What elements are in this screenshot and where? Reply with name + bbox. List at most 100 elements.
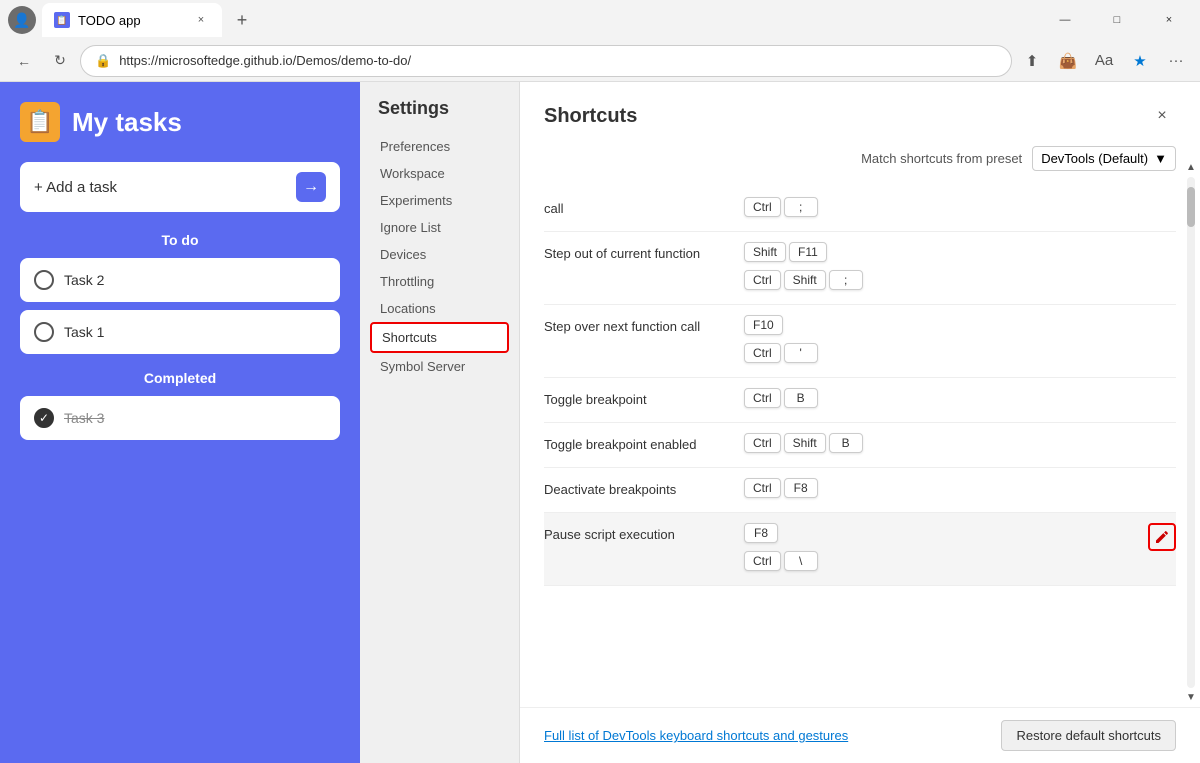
- task-checkbox-task3[interactable]: ✓: [34, 408, 54, 428]
- shortcut-name-step-over: Step over next function call: [544, 315, 744, 337]
- address-bar[interactable]: 🔒 https://microsoftedge.github.io/Demos/…: [80, 45, 1012, 77]
- key-shift: Shift: [784, 433, 826, 453]
- back-button[interactable]: ←: [8, 45, 40, 77]
- shortcut-key-group: F10: [744, 315, 1176, 335]
- read-aloud-button[interactable]: Aa: [1088, 45, 1120, 77]
- task-label-task3: Task 3: [64, 410, 104, 426]
- profile-icon[interactable]: 👤: [8, 6, 36, 34]
- shortcut-keys-toggle-bp-enabled: Ctrl Shift B: [744, 433, 1176, 457]
- shortcut-key-group: Ctrl B: [744, 388, 1176, 408]
- settings-menu-item-workspace[interactable]: Workspace: [370, 160, 509, 187]
- shortcut-name-pause-script: Pause script execution: [544, 523, 744, 545]
- shortcut-row-step-over: Step over next function call F10 Ctrl ': [544, 305, 1176, 378]
- key-ctrl: Ctrl: [744, 197, 781, 217]
- todo-title: My tasks: [72, 107, 182, 138]
- full-list-link[interactable]: Full list of DevTools keyboard shortcuts…: [544, 728, 848, 743]
- shortcut-key-group: Ctrl Shift ;: [744, 270, 1176, 290]
- edit-shortcut-button[interactable]: [1148, 523, 1176, 551]
- settings-panel: Settings Preferences Workspace Experimen…: [360, 82, 520, 763]
- settings-menu-item-preferences[interactable]: Preferences: [370, 133, 509, 160]
- window-controls: — □ ×: [1042, 4, 1192, 36]
- shortcut-key-group: F8: [744, 523, 1148, 543]
- shortcut-row-toggle-bp-enabled: Toggle breakpoint enabled Ctrl Shift B: [544, 423, 1176, 468]
- key-ctrl: Ctrl: [744, 270, 781, 290]
- settings-menu-item-experiments[interactable]: Experiments: [370, 187, 509, 214]
- add-task-text: + Add a task: [34, 179, 286, 196]
- pencil-icon: [1155, 530, 1169, 544]
- key-f8: F8: [744, 523, 778, 543]
- todo-header: 📋 My tasks: [20, 102, 340, 142]
- shortcuts-list: call Ctrl ; Step out of current function…: [544, 187, 1176, 708]
- shortcut-keys-step-out: Shift F11 Ctrl Shift ;: [744, 242, 1176, 294]
- task-item: Task 1: [20, 310, 340, 354]
- key-semicolon: ;: [784, 197, 818, 217]
- shortcut-keys-deactivate-bp: Ctrl F8: [744, 478, 1176, 502]
- shortcuts-footer: Full list of DevTools keyboard shortcuts…: [520, 707, 1200, 763]
- shortcuts-header: Shortcuts ×: [544, 102, 1176, 130]
- shortcut-keys-step-over: F10 Ctrl ': [744, 315, 1176, 367]
- preset-select[interactable]: DevTools (Default) ▼: [1032, 146, 1176, 171]
- task-label-task2: Task 2: [64, 272, 104, 288]
- close-window-button[interactable]: ×: [1146, 4, 1192, 36]
- share-button[interactable]: ⬆: [1016, 45, 1048, 77]
- settings-menu-item-throttling[interactable]: Throttling: [370, 268, 509, 295]
- preset-row: Match shortcuts from preset DevTools (De…: [544, 146, 1176, 171]
- shortcut-key-group: Shift F11: [744, 242, 1176, 262]
- shortcut-key-group: Ctrl \: [744, 551, 1148, 571]
- restore-defaults-button[interactable]: Restore default shortcuts: [1001, 720, 1176, 751]
- key-ctrl: Ctrl: [744, 551, 781, 571]
- completed-section: Completed ✓ Task 3: [20, 370, 340, 440]
- shortcut-row-call: call Ctrl ;: [544, 187, 1176, 232]
- restore-button[interactable]: □: [1094, 4, 1140, 36]
- shortcut-row-step-out: Step out of current function Shift F11 C…: [544, 232, 1176, 305]
- add-task-button[interactable]: →: [296, 172, 326, 202]
- key-b: B: [784, 388, 818, 408]
- key-apostrophe: ': [784, 343, 818, 363]
- key-ctrl: Ctrl: [744, 343, 781, 363]
- shortcut-key-group: Ctrl ': [744, 343, 1176, 363]
- tab-close-button[interactable]: ×: [192, 11, 210, 29]
- key-semicolon: ;: [829, 270, 863, 290]
- main-content: 📋 My tasks + Add a task → To do Task 2 T…: [0, 82, 1200, 763]
- settings-menu-item-shortcuts[interactable]: Shortcuts: [370, 322, 509, 353]
- preset-label: Match shortcuts from preset: [861, 151, 1022, 166]
- shortcuts-close-button[interactable]: ×: [1148, 102, 1176, 130]
- key-ctrl: Ctrl: [744, 478, 781, 498]
- settings-menu-item-symbol-server[interactable]: Symbol Server: [370, 353, 509, 380]
- todo-sidebar: 📋 My tasks + Add a task → To do Task 2 T…: [0, 82, 360, 763]
- shortcut-name-toggle-bp: Toggle breakpoint: [544, 388, 744, 410]
- add-task-bar[interactable]: + Add a task →: [20, 162, 340, 212]
- key-f11: F11: [789, 242, 827, 262]
- todo-section-title: To do: [20, 232, 340, 248]
- scroll-up-button[interactable]: ▲: [1186, 162, 1196, 173]
- minimize-button[interactable]: —: [1042, 4, 1088, 36]
- refresh-button[interactable]: ↻: [44, 45, 76, 77]
- favorites-button[interactable]: ★: [1124, 45, 1156, 77]
- shortcut-row-pause-script: Pause script execution F8 Ctrl \: [544, 513, 1176, 586]
- shortcut-row-toggle-bp: Toggle breakpoint Ctrl B: [544, 378, 1176, 423]
- lock-icon: 🔒: [95, 53, 111, 69]
- shortcut-name-deactivate-bp: Deactivate breakpoints: [544, 478, 744, 500]
- key-shift: Shift: [744, 242, 786, 262]
- shortcuts-panel: Shortcuts × Match shortcuts from preset …: [520, 82, 1200, 763]
- settings-title: Settings: [370, 98, 509, 119]
- task-checkbox-task1[interactable]: [34, 322, 54, 342]
- new-tab-button[interactable]: +: [228, 6, 256, 34]
- task-checkbox-task2[interactable]: [34, 270, 54, 290]
- tab-title: TODO app: [78, 13, 141, 28]
- completed-section-title: Completed: [20, 370, 340, 386]
- settings-menu-item-locations[interactable]: Locations: [370, 295, 509, 322]
- shortcut-keys-toggle-bp: Ctrl B: [744, 388, 1176, 412]
- key-b: B: [829, 433, 863, 453]
- scroll-down-button[interactable]: ▼: [1186, 692, 1196, 703]
- more-tools-button[interactable]: ···: [1160, 45, 1192, 77]
- browser-tab[interactable]: 📋 TODO app ×: [42, 3, 222, 37]
- shortcut-keys-call: Ctrl ;: [744, 197, 1176, 221]
- settings-menu-item-ignore-list[interactable]: Ignore List: [370, 214, 509, 241]
- settings-menu-item-devices[interactable]: Devices: [370, 241, 509, 268]
- nav-bar: ← ↻ 🔒 https://microsoftedge.github.io/De…: [0, 40, 1200, 82]
- shortcut-key-group: Ctrl F8: [744, 478, 1176, 498]
- key-f8: F8: [784, 478, 818, 498]
- scroll-thumb[interactable]: [1187, 187, 1195, 227]
- collections-button[interactable]: 👜: [1052, 45, 1084, 77]
